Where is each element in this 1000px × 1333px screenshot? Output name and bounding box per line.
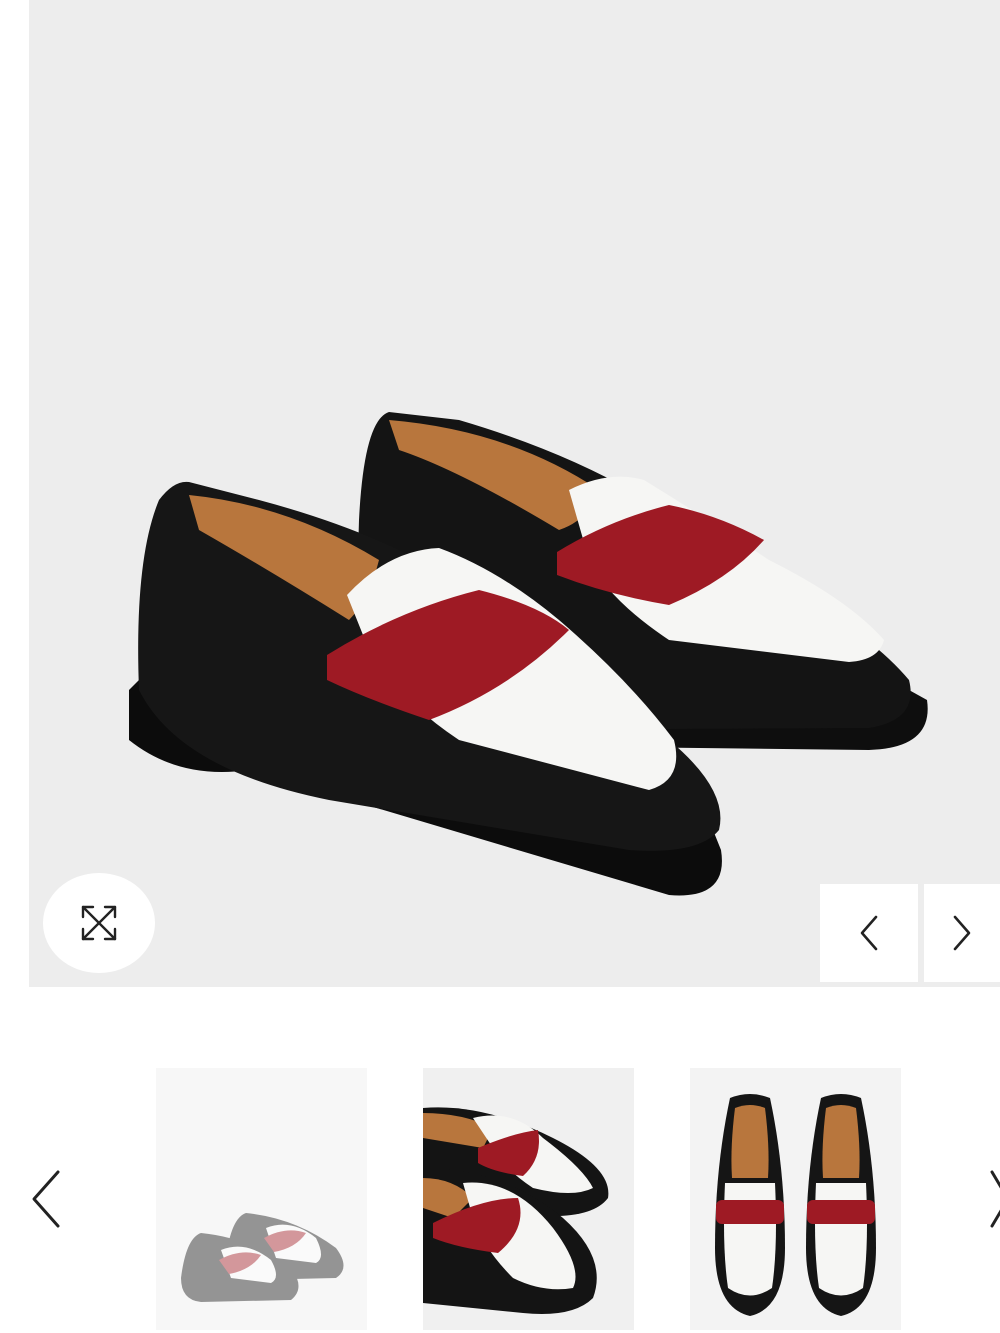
loafer-top-view (690, 1068, 901, 1330)
loafer-pair-photo (129, 412, 928, 896)
thumbnail-1[interactable] (156, 1068, 367, 1330)
chevron-right-icon (990, 1170, 1000, 1228)
thumbnail-prev-button[interactable] (28, 1168, 64, 1235)
thumbnail-next-button[interactable] (990, 1168, 1000, 1235)
chevron-right-icon (953, 915, 971, 951)
loafer-side-view (156, 1068, 367, 1330)
thumbnail-3[interactable] (690, 1068, 901, 1330)
thumbnail-strip (0, 1068, 1000, 1333)
loafer-closeup-view (423, 1068, 634, 1330)
previous-image-button[interactable] (820, 884, 918, 982)
main-product-image[interactable] (29, 0, 1000, 987)
chevron-left-icon (32, 1170, 60, 1228)
chevron-left-icon (860, 915, 878, 951)
expand-button[interactable] (43, 873, 155, 973)
thumbnail-2[interactable] (423, 1068, 634, 1330)
next-image-button[interactable] (924, 884, 1000, 982)
expand-icon (81, 905, 117, 941)
